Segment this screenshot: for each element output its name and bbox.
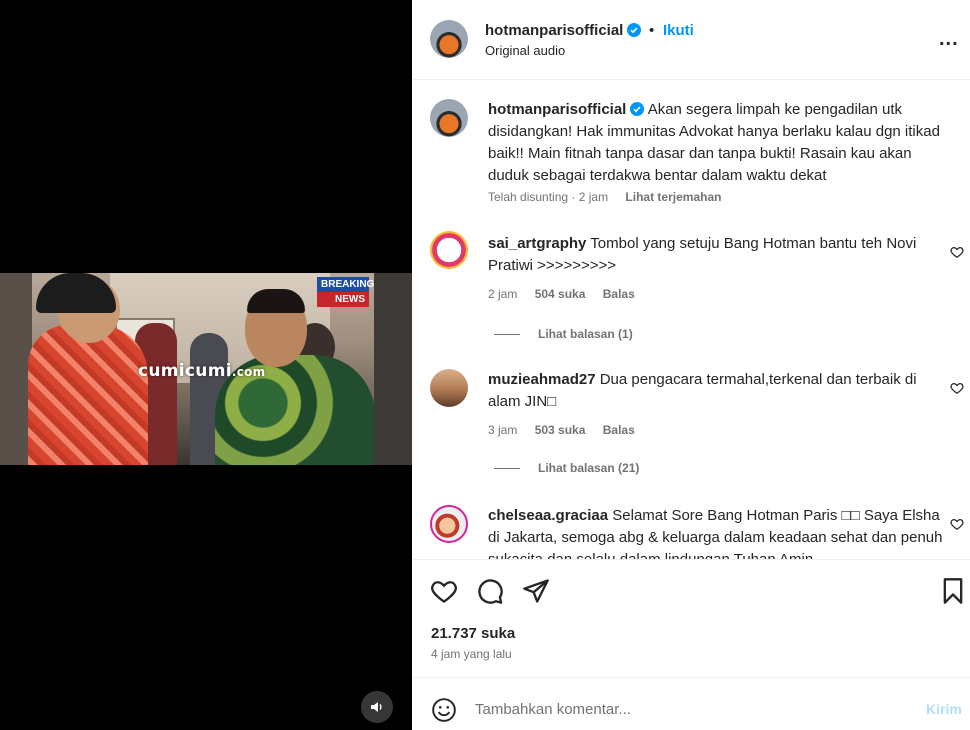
comment-username[interactable]: muzieahmad27: [488, 371, 596, 388]
follow-button[interactable]: Ikuti: [663, 22, 694, 39]
comment-meta: 2 jam 504 suka Balas: [488, 287, 649, 301]
caption-username[interactable]: hotmanparisofficial: [488, 101, 626, 118]
video-watermark: cumicumi.com: [138, 361, 266, 381]
badge-top-text: BREAKING: [317, 277, 374, 292]
comment-input[interactable]: [475, 694, 895, 724]
avatar[interactable]: [430, 231, 468, 269]
caption-meta: Telah disunting · 2 jam Lihat terjemahan: [488, 190, 735, 204]
video-cap: [36, 273, 116, 313]
mute-toggle-button[interactable]: [361, 691, 393, 723]
breaking-news-badge: BREAKING NEWS: [317, 277, 374, 315]
video-panel[interactable]: cumicumi.com BREAKING NEWS: [0, 0, 412, 730]
avatar[interactable]: [430, 369, 468, 407]
speaker-icon: [371, 702, 382, 712]
like-heart-icon[interactable]: [430, 577, 458, 605]
comment-bubble-icon[interactable]: [476, 577, 504, 605]
avatar[interactable]: [430, 20, 468, 58]
heart-icon[interactable]: [950, 245, 964, 259]
comment-meta: 3 jam 503 suka Balas: [488, 423, 649, 437]
view-replies-label: Lihat balasan (21): [538, 461, 640, 475]
comment-likes[interactable]: 503 suka: [535, 423, 586, 437]
avatar[interactable]: [430, 99, 468, 137]
post-author-username[interactable]: hotmanparisofficial: [485, 22, 642, 39]
reply-button[interactable]: Balas: [603, 287, 635, 301]
avatar[interactable]: [430, 505, 468, 543]
video-person-right-hair: [247, 289, 305, 313]
comments-list[interactable]: hotmanparisofficial Akan segera limpah k…: [412, 81, 970, 559]
likes-count[interactable]: 21.737 suka: [431, 625, 515, 642]
comment-username[interactable]: sai_artgraphy: [488, 235, 586, 252]
view-replies-button[interactable]: Lihat balasan (1): [494, 327, 633, 341]
audio-label[interactable]: Original audio: [485, 43, 565, 58]
replies-divider: [494, 333, 520, 335]
add-comment-bar: Kirim: [412, 677, 970, 730]
heart-icon[interactable]: [950, 517, 964, 531]
separator-dot: •: [649, 22, 655, 39]
post-timestamp[interactable]: 4 jam yang lalu: [431, 647, 512, 661]
comment-text: muzieahmad27 Dua pengacara termahal,terk…: [488, 369, 948, 413]
edited-time: Telah disunting · 2 jam: [488, 190, 609, 204]
verified-badge-icon: [630, 102, 645, 116]
save-bookmark-icon[interactable]: [939, 577, 967, 605]
video-right-edge: [374, 273, 412, 465]
badge-bottom-text: NEWS: [317, 292, 369, 307]
view-replies-button[interactable]: Lihat balasan (21): [494, 461, 639, 475]
post-details-panel: hotmanparisofficial • Ikuti Original aud…: [412, 0, 970, 730]
caption-text: hotmanparisofficial Akan segera limpah k…: [488, 99, 948, 187]
verified-badge-icon: [627, 23, 642, 37]
post-header: hotmanparisofficial • Ikuti Original aud…: [412, 0, 970, 80]
share-paper-plane-icon[interactable]: [522, 577, 550, 605]
comment-text: sai_artgraphy Tombol yang setuju Bang Ho…: [488, 233, 948, 277]
video-person-left: [28, 325, 148, 465]
reply-button[interactable]: Balas: [603, 423, 635, 437]
video-frame[interactable]: cumicumi.com BREAKING NEWS: [0, 273, 412, 465]
comment-text: chelseaa.graciaa Selamat Sore Bang Hotma…: [488, 505, 948, 559]
comment-time: 3 jam: [488, 423, 518, 437]
comment-time: 2 jam: [488, 287, 518, 301]
comment-likes[interactable]: 504 suka: [535, 287, 586, 301]
post-actions-bar: 21.737 suka 4 jam yang lalu: [412, 559, 970, 677]
view-replies-label: Lihat balasan (1): [538, 327, 633, 341]
heart-icon[interactable]: [950, 381, 964, 395]
emoji-icon[interactable]: [431, 697, 457, 723]
comment-username[interactable]: chelseaa.graciaa: [488, 507, 608, 524]
see-translation-link[interactable]: Lihat terjemahan: [625, 190, 721, 204]
replies-divider: [494, 467, 520, 469]
more-options-button[interactable]: ...: [939, 28, 959, 51]
send-comment-button[interactable]: Kirim: [926, 701, 962, 717]
